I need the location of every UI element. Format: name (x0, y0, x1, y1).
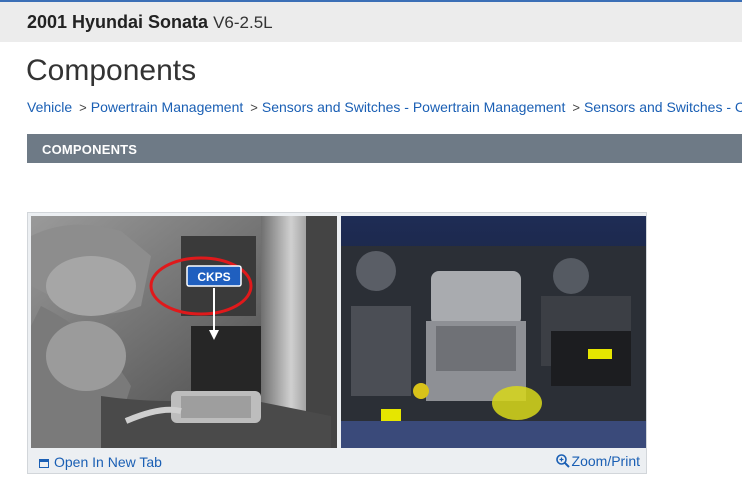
breadcrumb-powertrain-management[interactable]: Powertrain Management (91, 99, 244, 115)
engine-bay-image (341, 216, 646, 448)
sensor-closeup-image: CKPS (31, 216, 337, 448)
breadcrumb: Vehicle > Powertrain Management > Sensors an… (27, 99, 742, 115)
chevron-right-icon: > (250, 100, 258, 115)
engine-bay-photo[interactable] (341, 216, 646, 448)
section-header: COMPONENTS (27, 134, 742, 163)
chevron-right-icon: > (572, 100, 580, 115)
open-in-new-tab-label: Open In New Tab (54, 454, 162, 470)
vehicle-name: 2001 Hyundai Sonata (27, 12, 209, 32)
open-tab-icon (39, 459, 49, 468)
breadcrumb-sensors-switches-sub[interactable]: Sensors and Switches - C (584, 99, 742, 115)
zoom-icon (555, 454, 570, 468)
component-figure: CKPS Open In New Tab Zoom/Print (27, 212, 647, 474)
chevron-right-icon: > (79, 100, 87, 115)
callout-label: CKPS (197, 270, 230, 284)
zoom-print-label: Zoom/Print (571, 453, 640, 469)
vehicle-header: 2001 Hyundai Sonata V6-2.5L (0, 0, 742, 42)
vehicle-engine: V6-2.5L (213, 13, 273, 32)
section-title: COMPONENTS (42, 142, 138, 157)
breadcrumb-vehicle[interactable]: Vehicle (27, 99, 72, 115)
sensor-closeup-photo[interactable]: CKPS (31, 216, 337, 448)
vehicle-title: 2001 Hyundai Sonata V6-2.5L (27, 12, 273, 33)
breadcrumb-sensors-switches[interactable]: Sensors and Switches - Powertrain Manage… (262, 99, 565, 115)
zoom-print-link[interactable]: Zoom/Print (555, 453, 640, 469)
page-title: Components (26, 54, 197, 87)
figure-footer: Open In New Tab Zoom/Print (28, 449, 646, 473)
open-in-new-tab-link[interactable]: Open In New Tab (39, 454, 162, 470)
